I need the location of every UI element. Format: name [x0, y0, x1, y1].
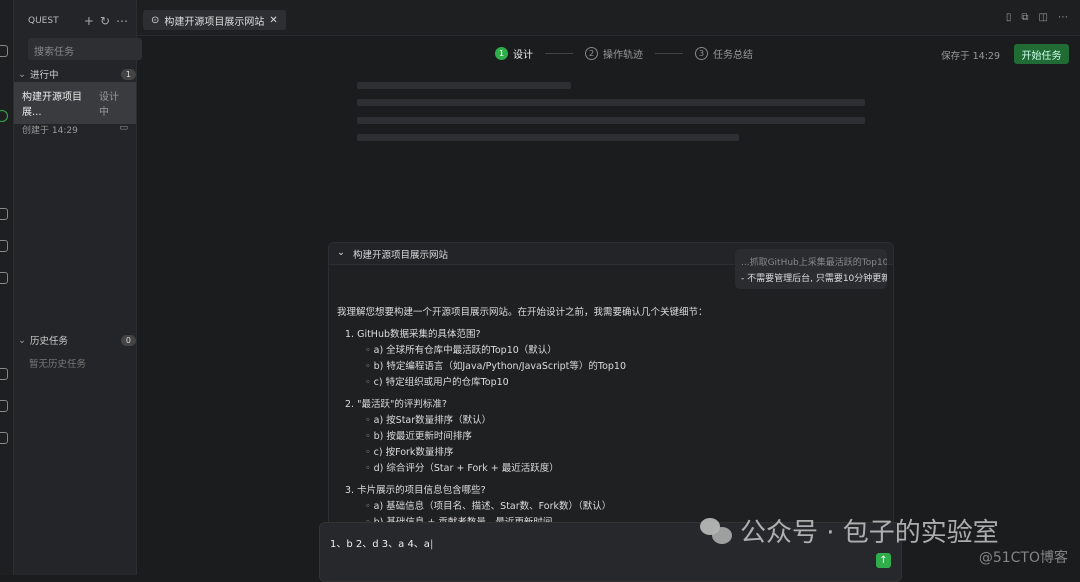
- step-number: 1: [495, 47, 508, 60]
- count-badge: 1: [120, 68, 136, 80]
- step-label: 设计: [513, 50, 533, 61]
- tab-task[interactable]: ⊙ 构建开源项目展示网站 ✕: [143, 10, 286, 30]
- step-divider: [655, 53, 683, 54]
- option: a) 全球所有仓库中最活跃的Top10（默认）: [365, 343, 877, 359]
- option: c) 按Fork数量排序: [365, 445, 877, 461]
- file-icon[interactable]: [0, 272, 8, 284]
- target-icon: ⊙: [151, 14, 160, 26]
- step-divider: [545, 53, 573, 54]
- quest-sidebar: QUEST + ↻ ⋯ 搜索任务 ⌄ 进行中 1 构建开源项目展... 设计中 创…: [14, 0, 142, 575]
- extension-icon[interactable]: [0, 208, 8, 220]
- close-icon[interactable]: ✕: [269, 15, 277, 26]
- message-line: ...抓取GitHub上采集最活跃的Top10的开源项目,并在首页展示: [741, 258, 887, 268]
- list-icon[interactable]: [0, 368, 8, 380]
- empty-history: 暂无历史任务: [29, 359, 87, 370]
- task-item[interactable]: 构建开源项目展... 设计中 创建于 14:29 ▭: [14, 82, 136, 136]
- monitor-icon: ▭: [119, 123, 128, 133]
- split-icon[interactable]: ◫: [1039, 12, 1048, 23]
- question: 2. "最活跃"的评判标准? a) 按Star数量排序（默认）b) 按最近更新时…: [345, 397, 877, 477]
- group-history[interactable]: ⌄ 历史任务 0: [18, 333, 136, 347]
- task-created: 创建于 14:29: [22, 126, 78, 136]
- skeleton-line: [357, 99, 865, 106]
- editor-topbar: ⊙ 构建开源项目展示网站 ✕ ▯ ⧉ ◫ ⋯: [137, 0, 1080, 36]
- settings-icon[interactable]: [0, 432, 8, 444]
- task-status: 设计中: [98, 92, 119, 118]
- skeleton-line: [357, 134, 739, 141]
- chat-panel: ⌄ 构建开源项目展示网站 ...抓取GitHub上采集最活跃的Top10的开源项…: [328, 242, 894, 532]
- panel-title: 构建开源项目展示网站: [352, 250, 448, 261]
- more-icon[interactable]: ⋯: [116, 14, 128, 28]
- step-label: 操作轨迹: [603, 50, 643, 61]
- group-in-progress[interactable]: ⌄ 进行中 1: [18, 67, 136, 81]
- chevron-down-icon: ⌄: [18, 334, 26, 346]
- send-button[interactable]: ↑: [876, 553, 891, 568]
- tab-label: 构建开源项目展示网站: [164, 16, 265, 28]
- step-trace[interactable]: 2 操作轨迹: [585, 46, 643, 61]
- option: d) 综合评分（Star + Fork + 最近活跃度）: [365, 461, 877, 477]
- preview-icon[interactable]: ▯: [1006, 12, 1012, 23]
- step-summary[interactable]: 3 任务总结: [695, 46, 753, 61]
- option: c) 特定组织或用户的仓库Top10: [365, 375, 877, 391]
- arrow-up-icon: ↑: [879, 555, 888, 566]
- watermark-source: @51CTO博客: [978, 550, 1068, 566]
- step-design[interactable]: 1 设计: [495, 46, 533, 61]
- panel-icon[interactable]: [0, 240, 8, 252]
- sidebar-title: QUEST: [28, 16, 59, 26]
- assistant-message: 我理解您想要构建一个开源项目展示网站。在开始设计之前，我需要确认几个关键细节： …: [337, 305, 877, 531]
- start-task-button[interactable]: 开始任务: [1014, 44, 1069, 64]
- step-label: 任务总结: [713, 50, 753, 61]
- chevron-down-icon: ⌄: [18, 68, 26, 80]
- question-title: 3. 卡片展示的项目信息包含哪些?: [345, 485, 486, 496]
- option: b) 按最近更新时间排序: [365, 429, 877, 445]
- intro-text: 我理解您想要构建一个开源项目展示网站。在开始设计之前，我需要确认几个关键细节：: [337, 307, 708, 318]
- message-line: - 不需要管理后台, 只需要10分钟更新采集一次数据展示: [741, 274, 887, 284]
- count-badge: 0: [120, 334, 136, 346]
- doc-icon[interactable]: [0, 400, 8, 412]
- add-icon[interactable]: +: [84, 14, 94, 28]
- skeleton-line: [357, 117, 865, 124]
- step-number: 2: [585, 47, 598, 60]
- question-title: 2. "最活跃"的评判标准?: [345, 399, 447, 410]
- user-message: ...抓取GitHub上采集最活跃的Top10的开源项目,并在首页展示 - 不需…: [735, 249, 887, 289]
- chevron-down-icon: ⌄: [337, 247, 345, 258]
- quest-icon[interactable]: [0, 110, 8, 122]
- stepper: 1 设计 2 操作轨迹 3 任务总结: [495, 46, 753, 61]
- watermark: 公众号 · 包子的实验室: [700, 512, 999, 549]
- search-input[interactable]: 搜索任务: [28, 38, 142, 60]
- question-title: 1. GitHub数据采集的具体范围?: [345, 329, 481, 340]
- refresh-icon[interactable]: ↻: [100, 14, 110, 28]
- skeleton-line: [357, 82, 571, 89]
- wechat-icon: [700, 517, 732, 544]
- option: a) 按Star数量排序（默认）: [365, 413, 877, 429]
- step-number: 3: [695, 47, 708, 60]
- watermark-text: 公众号 · 包子的实验室: [740, 518, 999, 548]
- input-value[interactable]: 1、b 2、d 3、a 4、a: [330, 539, 430, 550]
- group-label: 进行中: [29, 70, 59, 81]
- search-icon[interactable]: [0, 45, 8, 57]
- task-title: 构建开源项目展...: [22, 92, 82, 118]
- activity-bar: [0, 0, 14, 575]
- option: b) 特定编程语言（如Java/Python/JavaScript等）的Top1…: [365, 359, 877, 375]
- more-icon[interactable]: ⋯: [1058, 12, 1068, 23]
- saved-status: 保存于 14:29: [941, 51, 1000, 62]
- copy-icon[interactable]: ⧉: [1021, 12, 1028, 23]
- group-label: 历史任务: [29, 336, 68, 347]
- question: 1. GitHub数据采集的具体范围? a) 全球所有仓库中最活跃的Top10（…: [345, 327, 877, 391]
